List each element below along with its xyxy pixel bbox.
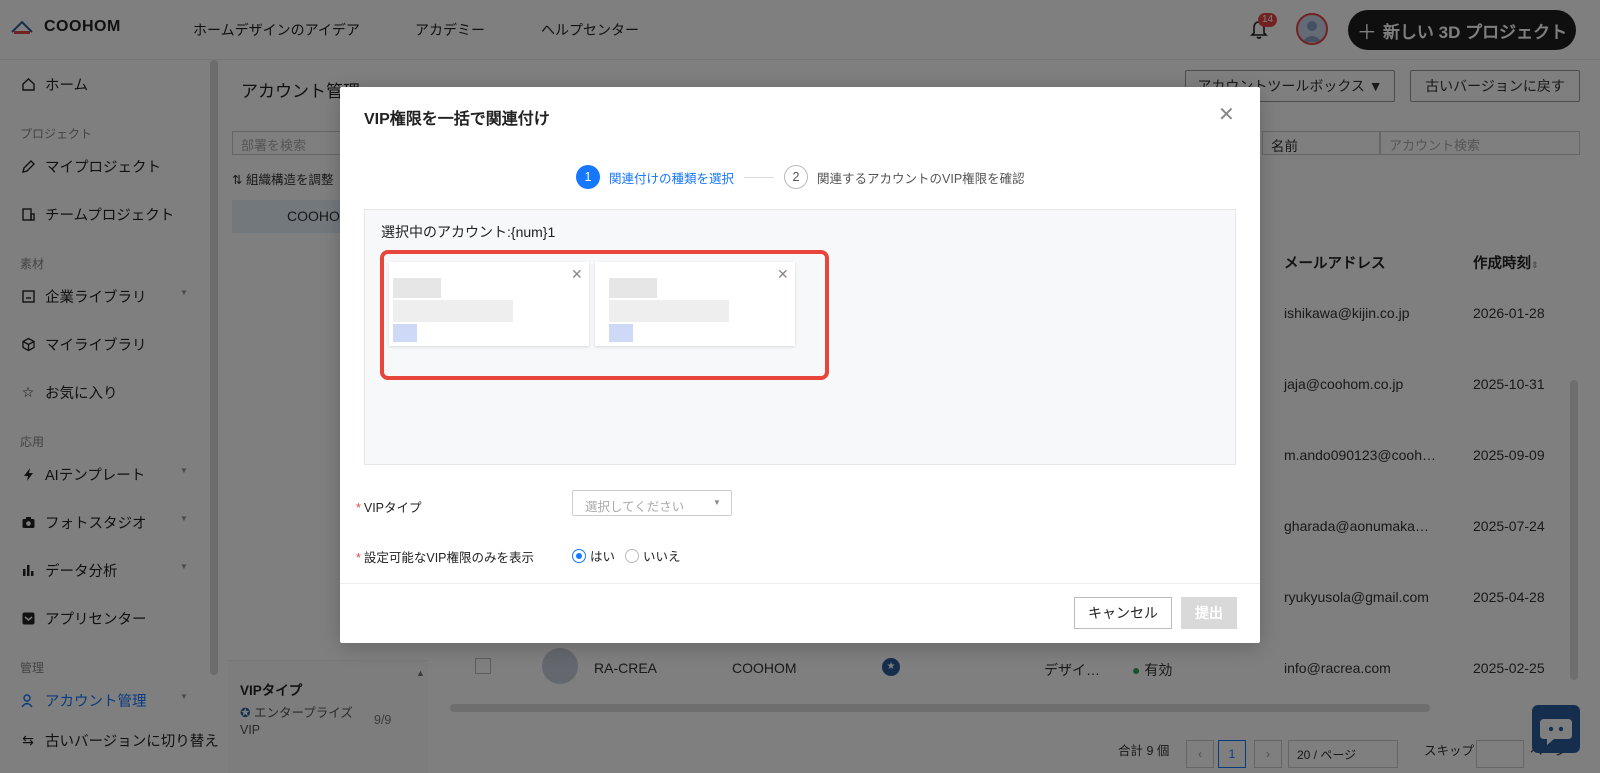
step-2-label: 関連するアカウントのVIP権限を確認 <box>817 171 1025 186</box>
cancel-button[interactable]: キャンセル <box>1074 597 1172 629</box>
show-only-label: * 設定可能なVIP権限のみを表示 <box>356 551 535 565</box>
submit-button[interactable]: 提出 <box>1181 597 1237 629</box>
radio-yes[interactable] <box>572 548 586 563</box>
show-only-radio-group: はい いいえ <box>572 546 681 565</box>
vip-type-select[interactable]: 選択してください ▼ <box>572 490 732 516</box>
highlight-frame <box>380 250 829 380</box>
vip-bulk-link-dialog: VIP権限を一括で関連付け ✕ 1 関連付けの種類を選択 2 関連するアカウント… <box>340 87 1260 643</box>
dialog-title: VIP権限を一括で関連付け <box>364 111 550 128</box>
chevron-down-icon: ▼ <box>713 498 721 507</box>
step-1-label: 関連付けの種類を選択 <box>609 171 735 186</box>
radio-no[interactable] <box>625 548 640 563</box>
step-divider <box>744 176 775 178</box>
close-icon[interactable]: ✕ <box>1218 105 1235 125</box>
step-1-number: 1 <box>576 165 600 189</box>
footer-divider <box>340 583 1260 584</box>
vip-type-placeholder: 選択してください <box>585 500 685 514</box>
step-2-number: 2 <box>784 165 809 189</box>
radio-no-label[interactable]: いいえ <box>643 546 681 565</box>
radio-yes-label[interactable]: はい <box>590 546 615 565</box>
vip-type-label: * VIPタイプ <box>356 501 422 515</box>
step-indicator: 1 関連付けの種類を選択 2 関連するアカウントのVIP権限を確認 <box>576 165 1025 189</box>
vip-type-label-text: VIPタイプ <box>363 501 422 515</box>
selected-accounts-box: 選択中のアカウント:{num}1 ✕ ✕ <box>364 209 1236 465</box>
show-only-label-text: 設定可能なVIP権限のみを表示 <box>363 551 535 565</box>
selected-accounts-label: 選択中のアカウント:{num}1 <box>381 224 556 240</box>
